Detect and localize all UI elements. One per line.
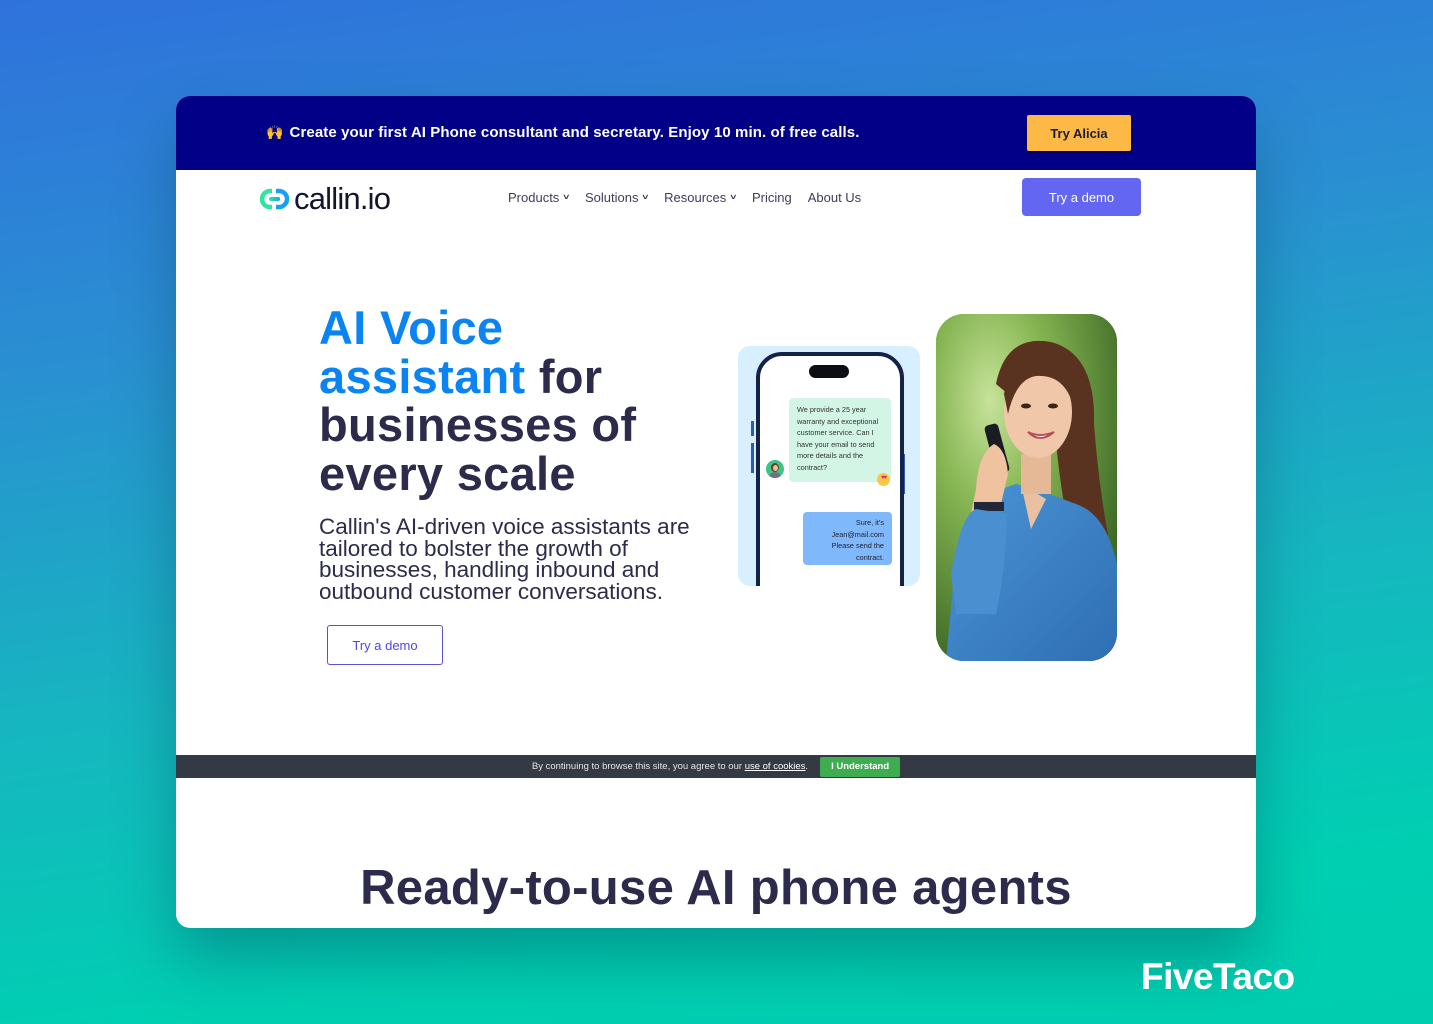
headline-accent: assistant [319, 349, 526, 403]
chevron-down-icon: ˅ [730, 193, 737, 202]
logo-text: callin.io [294, 181, 391, 216]
cookie-text: By continuing to browse this site, you a… [531, 761, 743, 772]
nav-item-solutions[interactable]: Solutions ˅ [584, 190, 649, 205]
phone-notch [809, 365, 849, 378]
headline-text: for [525, 349, 603, 403]
accept-cookies-button[interactable]: I Understand [820, 756, 901, 777]
cookie-message: By continuing to browse this site, you a… [532, 761, 808, 772]
fivetaco-watermark: FiveTaco [1141, 956, 1295, 997]
avatar-body [769, 472, 781, 478]
browser-window: 🙌 Create your first AI Phone consultant … [176, 96, 1256, 928]
logo[interactable]: callin.io [260, 181, 391, 217]
phone-frame: We provide a 25 year warranty and except… [756, 352, 904, 586]
chat-bubble-outgoing: Sure, it's Jean@mail.com Please send the… [803, 512, 892, 565]
promo-text: Create your first AI Phone consultant an… [289, 124, 860, 141]
nav-label: Products [508, 190, 560, 205]
nav-label: Resources [664, 190, 727, 205]
avatar-face [772, 464, 778, 471]
chat-line: Sure, it's [855, 518, 884, 527]
chat-line: Please send the [831, 541, 884, 550]
main-menu: Products ˅ Solutions ˅ Resources ˅ Prici… [508, 190, 861, 205]
woman-on-phone-photo [936, 314, 1117, 661]
phone-chat-illustration: We provide a 25 year warranty and except… [738, 346, 920, 586]
chat-bubble-incoming: We provide a 25 year warranty and except… [789, 398, 891, 482]
section-heading: Ready-to-use AI phone agents [360, 861, 1072, 915]
try-demo-nav-button[interactable]: Try a demo [1022, 178, 1141, 216]
cookie-period: . [805, 761, 809, 772]
nav-label: Pricing [751, 190, 792, 205]
chat-line: Jean@mail.com [831, 529, 884, 539]
chevron-down-icon: ˅ [563, 193, 570, 202]
hero-subtitle: Callin's AI-driven voice assistants are … [319, 514, 690, 604]
hero-headline: AI Voice assistant for businesses of eve… [319, 301, 739, 500]
raised-hands-icon: 🙌 [266, 124, 284, 140]
cookie-policy-link[interactable]: use of cookies [745, 761, 806, 772]
try-demo-hero-button[interactable]: Try a demo [327, 625, 443, 665]
try-alicia-button[interactable]: Try Alicia [1027, 115, 1131, 151]
promo-message: 🙌 Create your first AI Phone consultant … [266, 124, 859, 141]
nav-item-pricing[interactable]: Pricing [752, 190, 792, 205]
photo-illustration [936, 314, 1117, 661]
nav-item-products[interactable]: Products ˅ [508, 190, 570, 205]
headline-text: every scale [319, 446, 576, 500]
agent-avatar [766, 460, 784, 478]
heart-eyes-emoji-icon: ♥♥ [877, 473, 890, 486]
chat-line: contract. [856, 552, 884, 562]
nav-label: About Us [807, 190, 862, 205]
nav-label: Solutions [584, 190, 639, 205]
nav-item-about-us[interactable]: About Us [808, 190, 861, 205]
nav-item-resources[interactable]: Resources ˅ [664, 190, 737, 205]
phone-button [751, 421, 754, 436]
headline-accent: AI Voice [319, 301, 504, 354]
chevron-down-icon: ˅ [642, 193, 649, 202]
callin-logo-icon [260, 188, 290, 210]
cookie-consent-bar: By continuing to browse this site, you a… [176, 755, 1256, 778]
promo-banner: 🙌 Create your first AI Phone consultant … [176, 96, 1256, 170]
phone-button [751, 443, 754, 473]
navbar: callin.io Products ˅ Solutions ˅ Resourc… [176, 170, 1256, 230]
headline-text: businesses of [319, 398, 637, 451]
